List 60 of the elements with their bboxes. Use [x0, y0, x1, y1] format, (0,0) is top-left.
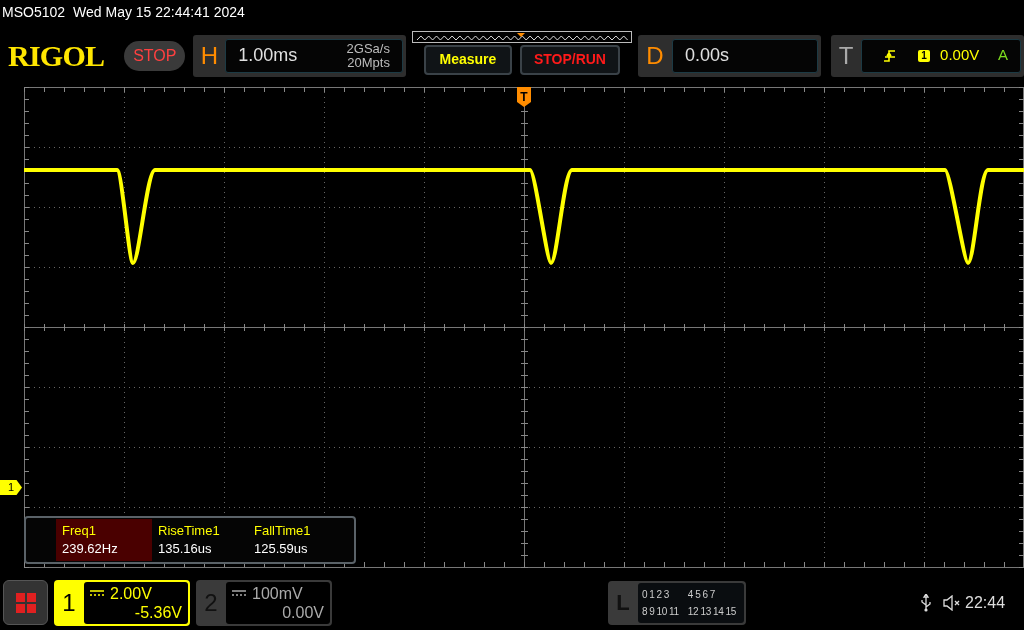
vertical-scale: 100mV — [252, 583, 303, 603]
channel-offset-marker[interactable]: 1 — [0, 480, 22, 495]
logic-channel-label: 3 — [663, 587, 670, 602]
dc-coupling-icon — [232, 590, 246, 596]
toolbar-button[interactable]: STOP/RUN — [519, 44, 620, 75]
vertical-scale: 2.00V — [110, 583, 152, 603]
logic-channel-label: 1 — [649, 587, 655, 602]
horizontal-panel[interactable]: H 1.00ms 2GSa/s 20Mpts — [193, 34, 406, 77]
delay-label: D — [645, 40, 665, 71]
model-name: MSO5102 — [2, 2, 66, 22]
logic-channel-label: 8 — [642, 604, 648, 619]
clock: 22:44 — [965, 592, 1006, 613]
channel-panel[interactable]: 1 2.00V -5.36V — [54, 579, 190, 626]
measurement-value: 125.59us — [254, 541, 309, 557]
measurement-name: Freq1 — [62, 523, 97, 539]
dc-coupling-icon — [90, 590, 104, 596]
measurement-value: 135.16us — [158, 541, 213, 557]
vertical-offset: 0.00V — [282, 602, 324, 622]
timebase-value: 1.00ms — [238, 44, 298, 67]
logic-channel-label: 2 — [656, 587, 662, 602]
trigger-position-marker[interactable]: T — [517, 87, 531, 107]
trigger-source-badge: 1 — [918, 49, 931, 62]
measurement-item[interactable]: RiseTime1 135.16us — [152, 519, 248, 561]
logic-channel-label: 14 — [712, 604, 724, 619]
delay-value: 0.00s — [684, 44, 729, 67]
logic-channel-label: 15 — [725, 604, 736, 619]
logic-channel-label: 9 — [649, 604, 655, 619]
logic-channel-label: 5 — [695, 587, 701, 602]
measurement-name: FallTime1 — [254, 523, 312, 539]
logic-channel-label: 11 — [669, 604, 679, 619]
rising-edge-icon — [884, 49, 897, 62]
measurement-item[interactable]: FallTime1 125.59us — [248, 519, 344, 561]
logic-channel-label: 7 — [709, 587, 715, 602]
trigger-level: 0.00V — [940, 45, 980, 66]
menu-button[interactable] — [3, 580, 48, 625]
trigger-label: T — [837, 40, 855, 71]
measurement-item[interactable]: Freq1 239.62Hz — [56, 519, 152, 561]
logic-channel-label: 10 — [656, 604, 668, 619]
run-state-indicator: STOP — [124, 40, 186, 71]
memory-depth: 20Mpts — [347, 55, 390, 70]
sample-rate: 2GSa/s — [346, 41, 390, 56]
trigger-panel[interactable]: T 1 0.00V A — [831, 34, 1024, 77]
date-time: Wed May 15 22:44:41 2024 — [73, 2, 245, 22]
usb-icon — [921, 593, 931, 612]
measurement-name: RiseTime1 — [158, 523, 221, 539]
speaker-muted-icon — [943, 594, 961, 611]
channel-number: 1 — [61, 587, 77, 618]
measurement-value: 239.62Hz — [62, 541, 119, 557]
logic-channel-label: 12 — [687, 604, 699, 619]
menu-icon — [15, 592, 36, 613]
horizontal-label: H — [199, 40, 219, 71]
vertical-offset: -5.36V — [134, 602, 182, 622]
logic-channel-label: 13 — [700, 604, 711, 619]
logic-channel-label: 6 — [702, 587, 708, 602]
delay-panel[interactable]: D 0.00s — [637, 34, 822, 77]
logic-channel-label: 4 — [687, 587, 694, 602]
brand-logo: RIGOL — [8, 38, 106, 74]
trigger-mode: A — [998, 45, 1008, 66]
logic-channel-label: 0 — [642, 587, 648, 602]
toolbar-button[interactable]: Measure — [423, 44, 512, 75]
